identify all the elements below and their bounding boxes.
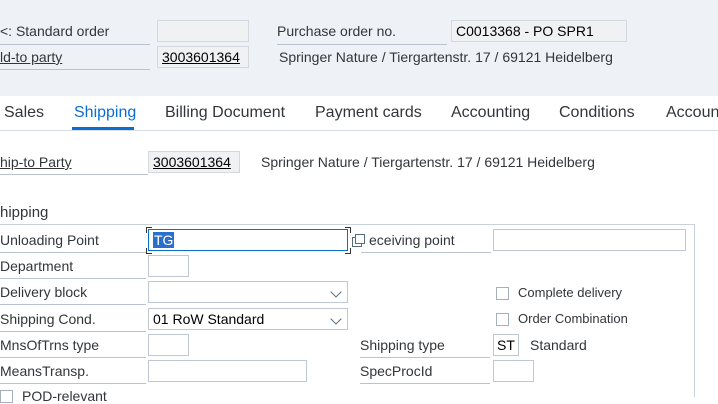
- sold-to-address: Springer Nature / Tiergartenstr. 17 / 69…: [279, 49, 613, 65]
- shipping-type-label: Shipping type: [360, 337, 445, 353]
- tabs-divider: [0, 130, 718, 131]
- means-transp-input[interactable]: [148, 360, 307, 382]
- pod-relevant-checkbox[interactable]: [0, 390, 13, 403]
- delivery-block-select[interactable]: [148, 281, 348, 303]
- ship-to-party-value: 3003601364: [153, 154, 231, 170]
- sold-to-party-value: 3003601364: [162, 49, 240, 65]
- ship-to-party-label[interactable]: hip-to Party: [0, 154, 72, 170]
- tab-payment-cards[interactable]: Payment cards: [315, 104, 422, 122]
- ship-to-address: Springer Nature / Tiergartenstr. 17 / 69…: [261, 154, 595, 170]
- unloading-point-input[interactable]: TG: [148, 229, 348, 251]
- chevron-down-icon: [330, 286, 342, 298]
- po-label: Purchase order no.: [277, 23, 397, 39]
- tab-conditions[interactable]: Conditions: [559, 104, 635, 122]
- focus-corner-br: [345, 248, 351, 254]
- tab-sales[interactable]: Sales: [4, 104, 44, 122]
- order-combination-label: Order Combination: [518, 311, 628, 326]
- unloading-point-label: Unloading Point: [0, 232, 99, 248]
- receiving-point-label: eceiving point: [369, 232, 455, 248]
- receiving-point-input[interactable]: [493, 229, 686, 251]
- order-type-label-line: [0, 44, 150, 45]
- chevron-down-icon: [330, 313, 342, 325]
- spec-proc-id-input[interactable]: [493, 360, 534, 382]
- shipping-section-title: hipping: [0, 204, 49, 221]
- mns-of-trns-type-line: [0, 357, 146, 358]
- delivery-block-line: [0, 304, 146, 305]
- department-line: [0, 278, 146, 279]
- unloading-point-value: TG: [153, 232, 175, 248]
- department-input[interactable]: [148, 255, 189, 277]
- focus-corner-bl: [146, 248, 152, 254]
- sold-to-party-field[interactable]: 3003601364: [157, 46, 249, 68]
- tab-shipping[interactable]: Shipping: [74, 104, 136, 122]
- header-area: [0, 0, 718, 96]
- shipping-type-input[interactable]: ST: [493, 334, 519, 356]
- order-combination-checkbox[interactable]: [496, 313, 509, 326]
- tab-accounting[interactable]: Accounting: [451, 104, 530, 122]
- tab-billing-document[interactable]: Billing Document: [165, 104, 285, 122]
- unloading-point-line: [0, 252, 146, 253]
- complete-delivery-label: Complete delivery: [518, 285, 623, 300]
- means-transp-label: MeansTransp.: [0, 363, 89, 379]
- means-transp-line: [0, 383, 146, 384]
- po-number-field[interactable]: C0013368 - PO SPR1: [451, 20, 627, 42]
- spec-proc-id-label: SpecProcId: [360, 363, 433, 379]
- shipping-cond-label: Shipping Cond.: [0, 311, 96, 327]
- shipping-cond-select[interactable]: 01 RoW Standard: [148, 308, 348, 330]
- department-label: Department: [0, 258, 74, 274]
- order-type-field[interactable]: [157, 20, 249, 42]
- focus-corner-tl: [146, 227, 152, 233]
- focus-corner-tr: [345, 227, 351, 233]
- pod-relevant-label: POD-relevant: [22, 388, 107, 404]
- mns-of-trns-type-input[interactable]: [148, 334, 189, 356]
- order-type-label: <: Standard order: [0, 23, 110, 39]
- shipping-type-text: Standard: [530, 337, 587, 353]
- shipping-type-line: [360, 357, 490, 358]
- shipping-cond-line: [0, 331, 146, 332]
- delivery-block-label: Delivery block: [0, 284, 88, 300]
- ship-to-label-line: [0, 174, 148, 175]
- po-label-line: [277, 44, 447, 45]
- sold-to-party-label[interactable]: ld-to party: [0, 49, 62, 65]
- ship-to-party-field[interactable]: 3003601364: [148, 151, 240, 173]
- mns-of-trns-type-label: MnsOfTrns type: [0, 337, 100, 353]
- receiving-point-line: [361, 252, 491, 253]
- tab-account[interactable]: Account: [666, 104, 718, 122]
- shipping-cond-value: 01 RoW Standard: [153, 311, 265, 327]
- complete-delivery-checkbox[interactable]: [496, 287, 509, 300]
- spec-proc-id-line: [360, 383, 490, 384]
- value-help-icon[interactable]: [352, 234, 366, 248]
- sold-to-label-line: [0, 69, 150, 70]
